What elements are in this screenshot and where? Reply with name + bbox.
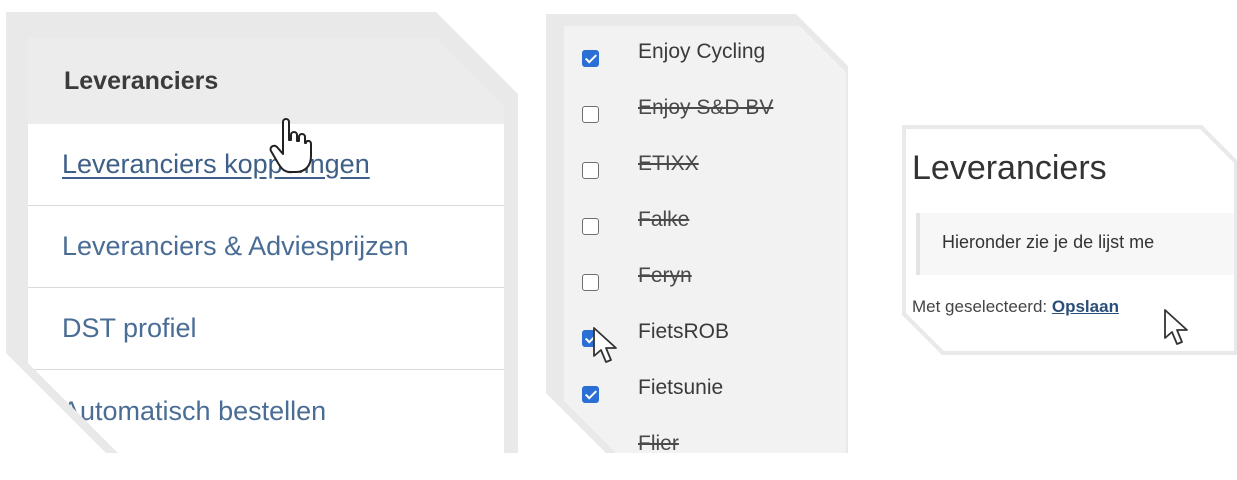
page-title: Leveranciers <box>912 149 1107 187</box>
supplier-row-feryn: Feryn <box>564 256 846 312</box>
suppliers-checkbox-panel: Enjoy Cycling Enjoy S&D BV ETIXX Falke F… <box>546 14 848 453</box>
selected-label: Met geselecteerd: <box>912 297 1048 316</box>
info-box: Hieronder zie je de lijst me <box>916 213 1234 275</box>
supplier-label: Enjoy S&D BV <box>638 96 774 119</box>
checkbox-etixx[interactable] <box>582 162 599 179</box>
arrow-cursor-icon <box>593 327 617 363</box>
checkbox-enjoy-cycling[interactable] <box>582 50 599 67</box>
supplier-label: FietsROB <box>638 320 730 343</box>
supplier-label: ETIXX <box>638 152 699 175</box>
menu-item-leveranciers-adviesprijzen[interactable]: Leveranciers & Adviesprijzen <box>28 206 504 288</box>
supplier-label: Falke <box>638 208 690 231</box>
info-text: Hieronder zie je de lijst me <box>942 232 1155 252</box>
supplier-label: Flier <box>638 432 679 455</box>
supplier-list: Enjoy Cycling Enjoy S&D BV ETIXX Falke F… <box>564 26 846 453</box>
supplier-row-enjoy-sd-bv: Enjoy S&D BV <box>564 88 846 144</box>
checkbox-flier[interactable] <box>582 442 599 453</box>
supplier-label: Fietsunie <box>638 376 724 399</box>
menu-header: Leveranciers <box>28 38 504 124</box>
supplier-row-falke: Falke <box>564 200 846 256</box>
checkbox-feryn[interactable] <box>582 274 599 291</box>
save-link[interactable]: Opslaan <box>1052 297 1119 316</box>
supplier-row-fietsunie: Fietsunie <box>564 368 846 424</box>
hand-pointer-icon <box>269 118 312 173</box>
supplier-row-enjoy-cycling: Enjoy Cycling <box>564 32 846 88</box>
supplier-label: Feryn <box>638 264 692 287</box>
menu-item-leveranciers-koppelingen[interactable]: Leveranciers koppelingen <box>28 124 504 206</box>
menu-list: Leveranciers Leveranciers koppelingen Le… <box>28 38 504 453</box>
arrow-cursor-icon <box>1164 309 1188 345</box>
bulk-action-bar: Met geselecteerd: Opslaan <box>912 297 1119 317</box>
checkbox-enjoy-sd-bv[interactable] <box>582 106 599 123</box>
menu-item-dst-profiel[interactable]: DST profiel <box>28 288 504 370</box>
supplier-label: Enjoy Cycling <box>638 40 766 63</box>
checkbox-fietsunie[interactable] <box>582 386 599 403</box>
supplier-row-etixx: ETIXX <box>564 144 846 200</box>
checkbox-falke[interactable] <box>582 218 599 235</box>
leveranciers-menu-panel: Leveranciers Leveranciers koppelingen Le… <box>6 12 518 453</box>
